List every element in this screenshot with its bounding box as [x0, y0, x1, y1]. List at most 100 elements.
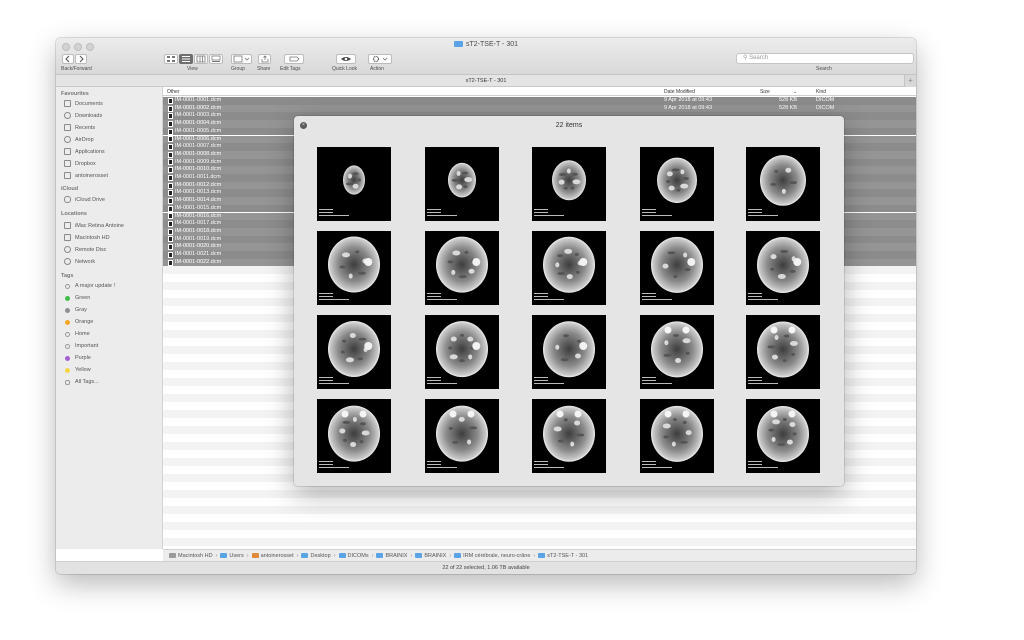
- brain-structure: [781, 188, 786, 194]
- mri-thumbnail[interactable]: [640, 399, 714, 473]
- sidebar-item-icloud-drive[interactable]: iCloud Drive: [64, 196, 105, 203]
- mri-thumbnail[interactable]: [532, 147, 606, 221]
- brain-scan-image: [642, 405, 703, 468]
- overlay-text-line: [427, 383, 457, 384]
- brain-structure: [343, 438, 348, 442]
- mri-thumbnail[interactable]: [640, 315, 714, 389]
- sidebar-item-dropbox[interactable]: Dropbox: [64, 160, 96, 167]
- table-row[interactable]: IM-0001-0002.dcm 9 Apr 2018 at 09:43 528 K…: [163, 104, 916, 113]
- column-header-size[interactable]: Size: [760, 89, 770, 95]
- window-title: sT2-TSE-T - 301: [56, 41, 916, 48]
- column-header: Other Date Modified Size ⌄ Kind: [163, 87, 916, 96]
- breadcrumb-item[interactable]: DICOMs: [338, 552, 369, 559]
- brain-structure: [345, 182, 354, 186]
- sidebar-tag-major-update[interactable]: A major update !: [64, 283, 115, 289]
- sidebar-tag-purple[interactable]: Purple: [64, 355, 91, 361]
- breadcrumb-item[interactable]: BRAINIX: [376, 552, 407, 559]
- mri-thumbnail[interactable]: [317, 399, 391, 473]
- mri-thumbnail[interactable]: [746, 399, 820, 473]
- quick-look-button[interactable]: [336, 54, 356, 64]
- mri-thumbnail[interactable]: [746, 315, 820, 389]
- brain-scan-image: [748, 406, 809, 468]
- breadcrumb-item[interactable]: Desktop: [301, 552, 331, 559]
- breadcrumb-item[interactable]: Users: [220, 552, 244, 559]
- breadcrumb-item[interactable]: BRAINIX: [415, 552, 446, 559]
- mri-thumbnail[interactable]: [640, 147, 714, 221]
- mri-thumbnail[interactable]: [425, 399, 499, 473]
- brain-structure: [572, 179, 581, 185]
- mri-thumbnail[interactable]: [532, 399, 606, 473]
- sidebar-item-label: Network: [75, 258, 96, 265]
- sidebar-tag-home[interactable]: Home: [64, 331, 90, 337]
- action-button[interactable]: [368, 54, 392, 64]
- dicom-file-icon: [168, 136, 173, 143]
- view-list-button[interactable]: [179, 54, 193, 64]
- search-input[interactable]: ⚲ Search: [736, 53, 914, 64]
- mri-thumbnail[interactable]: [640, 231, 714, 305]
- column-header-kind[interactable]: Kind: [816, 89, 826, 95]
- mri-thumbnail[interactable]: [532, 315, 606, 389]
- sidebar-tag-orange[interactable]: Orange: [64, 319, 93, 325]
- sidebar-item-remote-disc[interactable]: Remote Disc: [64, 246, 106, 253]
- sidebar-item-airdrop[interactable]: AirDrop: [64, 136, 94, 143]
- sidebar-item-recents[interactable]: Recents: [64, 124, 95, 131]
- sidebar-item-network[interactable]: Network: [64, 258, 95, 265]
- orbit-structure: [359, 410, 367, 418]
- sidebar-item-home[interactable]: antoinerosset: [64, 172, 108, 179]
- sidebar-tag-yellow[interactable]: Yellow: [64, 367, 91, 373]
- action-label: Action: [370, 66, 384, 72]
- dicom-file-icon: [168, 236, 173, 243]
- all-tags-icon: [65, 379, 70, 385]
- mri-thumbnail[interactable]: [746, 147, 820, 221]
- sidebar-item-documents[interactable]: Documents: [64, 100, 103, 107]
- sidebar-tag-all-tags[interactable]: All Tags...: [64, 379, 99, 385]
- file-name: IM-0001-0022.dcm: [175, 258, 222, 265]
- breadcrumb-separator: ›: [371, 553, 374, 559]
- sidebar-item-label: antoinerosset: [75, 172, 109, 179]
- mri-thumbnail[interactable]: [317, 147, 391, 221]
- view-icon-button[interactable]: [164, 54, 178, 64]
- breadcrumb-separator: ›: [296, 553, 299, 559]
- brain-scan-image: [642, 321, 703, 384]
- sidebar-item-macintosh-hd[interactable]: Macintosh HD: [64, 234, 110, 241]
- empty-row: [163, 514, 916, 522]
- mri-thumbnail[interactable]: [317, 231, 391, 305]
- file-size: 528 KB: [778, 97, 797, 103]
- table-row[interactable]: IM-0001-0001.dcm 9 Apr 2018 at 09:43 528 K…: [163, 97, 916, 105]
- sidebar-tag-important[interactable]: Important: [64, 343, 98, 349]
- breadcrumb-item[interactable]: IRM cérébrale, neuro-crâne: [454, 552, 530, 559]
- view-column-button[interactable]: [194, 54, 208, 64]
- back-button[interactable]: [62, 54, 74, 64]
- forward-button[interactable]: [75, 54, 87, 64]
- sidebar-item-downloads[interactable]: Downloads: [64, 112, 102, 119]
- share-button[interactable]: [258, 54, 271, 64]
- brain-structure: [774, 335, 779, 341]
- mri-thumbnail[interactable]: [317, 315, 391, 389]
- brain-structure: [682, 177, 689, 181]
- search-icon: ⚲: [743, 55, 748, 61]
- toolbar: sT2-TSE-T - 301 Back/Forward View Group: [56, 38, 916, 75]
- mri-thumbnail[interactable]: [746, 231, 820, 305]
- sidebar-tag-gray[interactable]: Gray: [64, 307, 87, 313]
- sidebar-item-imac[interactable]: iMac Retina Antoine: [64, 222, 124, 229]
- mri-thumbnail[interactable]: [425, 231, 499, 305]
- new-tab-button[interactable]: +: [904, 75, 916, 87]
- edit-tags-button[interactable]: [284, 54, 304, 64]
- path-title-bar: sT2-TSE-T - 301 +: [56, 75, 916, 87]
- view-gallery-button[interactable]: [209, 54, 223, 64]
- breadcrumb-item[interactable]: Macintosh HD: [169, 552, 213, 559]
- mri-thumbnail[interactable]: [532, 231, 606, 305]
- sidebar-item-applications[interactable]: Applications: [64, 148, 105, 155]
- breadcrumb-item[interactable]: sT2-TSE-T - 301: [538, 552, 588, 559]
- sidebar-item-label: Recents: [75, 124, 96, 131]
- column-header-name[interactable]: Other: [167, 89, 180, 95]
- breadcrumb-item[interactable]: antoinerosset: [251, 552, 294, 559]
- group-button[interactable]: [231, 54, 252, 64]
- overlay-text-line: [642, 380, 656, 381]
- column-header-date[interactable]: Date Modified: [664, 89, 695, 95]
- mri-thumbnail[interactable]: [425, 147, 499, 221]
- overlay-text-line: [748, 380, 762, 381]
- brain-scan-image: [534, 160, 586, 216]
- sidebar-tag-green[interactable]: Green: [64, 295, 90, 301]
- mri-thumbnail[interactable]: [425, 315, 499, 389]
